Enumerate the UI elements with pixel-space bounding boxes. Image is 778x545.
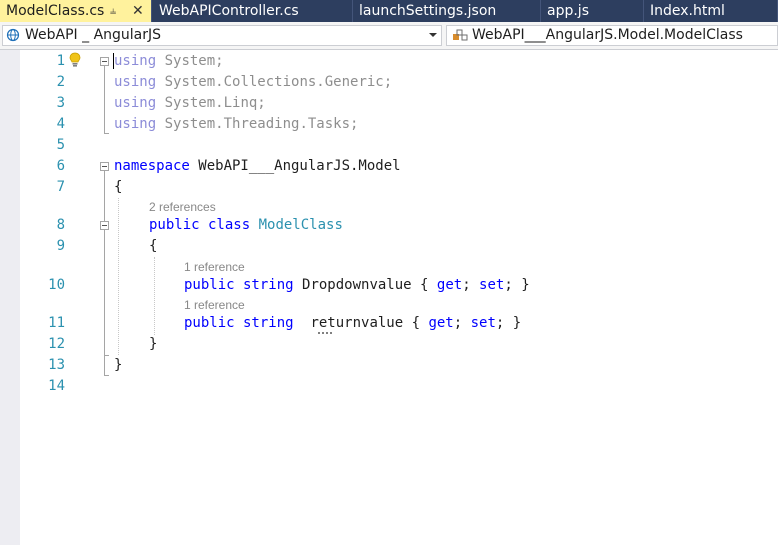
suggestion-squiggle[interactable]	[318, 330, 332, 334]
code-line-10: public string Dropdownvalue { get; set; …	[184, 277, 530, 293]
code-line-9: {	[149, 238, 158, 254]
line-number: 3	[56, 95, 65, 111]
chevron-down-icon	[429, 33, 437, 37]
codelens-class-references[interactable]: 2 references	[149, 199, 216, 215]
line-number: 10	[48, 277, 65, 293]
code-line-11: public string returnvalue { get; set; }	[184, 315, 522, 331]
code-line-13: }	[114, 357, 123, 373]
close-icon[interactable]: ✕	[132, 0, 144, 22]
collapse-usings-icon[interactable]	[100, 57, 109, 66]
tab-webapicontroller-cs[interactable]: WebAPIController.cs	[153, 0, 353, 22]
outline-end	[104, 355, 109, 356]
outline-line	[104, 230, 105, 355]
line-number: 1	[56, 53, 65, 69]
line-number: 11	[48, 315, 65, 331]
code-line-3: using System.Linq;	[114, 95, 266, 111]
codelens-property-references[interactable]: 1 reference	[184, 297, 245, 313]
type-dropdown[interactable]: WebAPI___AngularJS.Model.ModelClass	[446, 25, 778, 46]
line-number: 2	[56, 74, 65, 90]
outline-end	[104, 375, 109, 376]
line-number: 13	[48, 357, 65, 373]
navigation-bar: WebAPI _ AngularJS WebAPI___AngularJS.Mo…	[0, 22, 778, 50]
code-line-6: namespace WebAPI___AngularJS.Model	[114, 158, 401, 174]
glyph-margin	[0, 50, 20, 545]
line-number: 12	[48, 336, 65, 352]
type-scope-name: WebAPI___AngularJS.Model.ModelClass	[472, 27, 743, 43]
project-name: WebAPI _ AngularJS	[25, 27, 162, 43]
indent-guide	[154, 257, 155, 335]
codelens-property-references[interactable]: 1 reference	[184, 259, 245, 275]
tab-label: launchSettings.json	[359, 3, 497, 19]
line-number: 7	[56, 179, 65, 195]
outline-line	[104, 66, 105, 133]
tab-label: app.js	[547, 3, 589, 19]
line-number: 4	[56, 116, 65, 132]
indent-guide	[118, 198, 119, 355]
line-number: 5	[56, 137, 65, 153]
tab-label: WebAPIController.cs	[159, 3, 299, 19]
outline-end	[104, 133, 109, 134]
code-line-2: using System.Collections.Generic;	[114, 74, 393, 90]
lightbulb-icon[interactable]	[69, 52, 81, 68]
collapse-class-icon[interactable]	[100, 221, 109, 230]
tab-modelclass-cs[interactable]: ModelClass.cs ⫨ ✕	[0, 0, 152, 22]
code-line-4: using System.Threading.Tasks;	[114, 116, 359, 132]
line-number: 9	[56, 238, 65, 254]
pin-icon[interactable]: ⫨	[110, 0, 116, 22]
code-line-8: public class ModelClass	[149, 217, 343, 233]
line-number: 14	[48, 378, 65, 394]
tab-app-js[interactable]: app.js	[541, 0, 644, 22]
line-number: 6	[56, 158, 65, 174]
tab-label: ModelClass.cs	[6, 3, 105, 19]
class-icon	[453, 29, 468, 41]
code-line-7: {	[114, 179, 123, 195]
collapse-namespace-icon[interactable]	[100, 162, 109, 171]
document-tab-bar: ModelClass.cs ⫨ ✕ WebAPIController.cs la…	[0, 0, 778, 22]
globe-icon	[6, 28, 20, 42]
tab-index-html[interactable]: Index.html	[644, 0, 778, 22]
line-number: 8	[56, 217, 65, 233]
code-line-1: using System;	[114, 53, 224, 69]
tab-label: Index.html	[650, 3, 725, 19]
code-line-12: }	[149, 336, 158, 352]
code-editor[interactable]: 1 2 3 4 5 6 7 8 9 10 11 12 13 14 using S…	[0, 50, 778, 545]
tab-launchsettings-json[interactable]: launchSettings.json	[353, 0, 541, 22]
project-dropdown[interactable]: WebAPI _ AngularJS	[2, 25, 442, 46]
